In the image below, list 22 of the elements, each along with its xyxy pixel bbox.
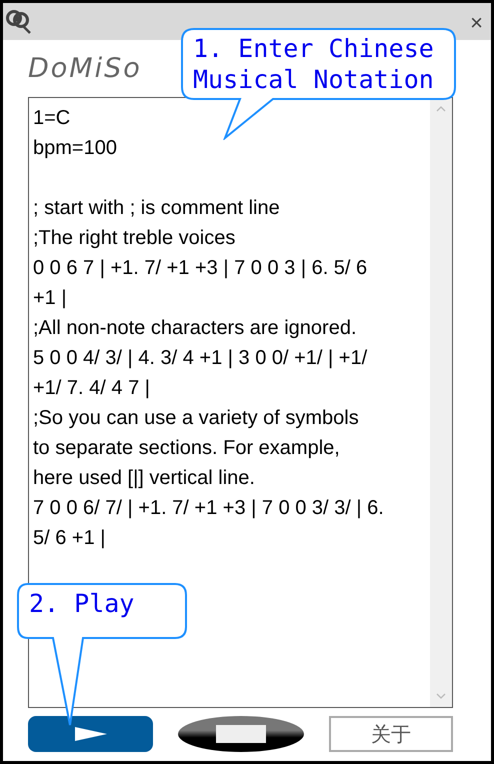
notation-line: 5/ 6 +1 |: [33, 527, 106, 549]
notation-line: +1/ 7. 4/ 4 7 |: [33, 377, 150, 399]
notation-line: 7 0 0 6/ 7/ | +1. 7/ +1 +3 | 7 0 0 3/ 3/ | 6.: [33, 497, 384, 519]
about-button[interactable]: 关于: [329, 716, 453, 752]
notation-line: ;All non-note characters are ignored.: [33, 317, 357, 339]
notation-line: ;So you can use a variety of symbols: [33, 407, 359, 429]
notation-line: +1 |: [33, 287, 67, 309]
notation-line: ; start with ; is comment line: [33, 197, 280, 219]
notation-line: 0 0 6 7 | +1. 7/ +1 +3 | 7 0 0 3 | 6. 5/ 6: [33, 257, 368, 279]
notation-editor[interactable]: [28, 97, 453, 708]
pin-icon[interactable]: [6, 8, 32, 34]
notation-line: bpm=100: [33, 137, 117, 159]
notation-line: 1=C: [33, 107, 70, 129]
callout: 2. Play: [17, 583, 188, 727]
app-logo: DoMiSo: [28, 52, 142, 86]
notation-line: to separate sections. For example,: [33, 437, 340, 459]
notation-line: ;The right treble voices: [33, 227, 236, 249]
close-button[interactable]: ×: [470, 12, 483, 34]
notation-line: here used [|] vertical line.: [33, 467, 255, 489]
notation-line: 5 0 0 4/ 3/ | 4. 3/ 4 +1 | 3 0 0/ +1/ | +1/: [33, 347, 368, 369]
callout: 1. Enter Chinese Musical Notation: [181, 28, 457, 140]
play-button[interactable]: [28, 716, 153, 752]
